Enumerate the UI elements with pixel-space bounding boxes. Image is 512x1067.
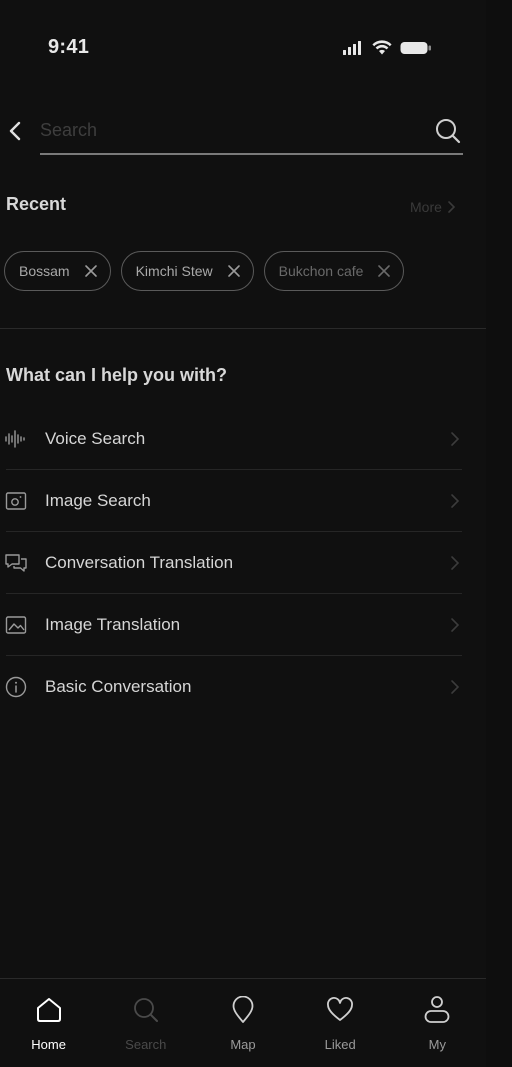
chip-label: Bossam	[19, 263, 70, 279]
chip-label: Kimchi Stew	[135, 263, 213, 279]
chevron-right-icon	[451, 617, 460, 632]
help-item-label: Voice Search	[45, 428, 146, 448]
home-icon	[34, 995, 64, 1025]
back-button[interactable]	[4, 118, 26, 144]
image-icon	[4, 613, 28, 637]
help-item-basic-conversation[interactable]: Basic Conversation	[4, 656, 462, 718]
more-label: More	[410, 199, 442, 215]
heart-icon	[325, 995, 355, 1025]
bottom-nav: Home Search Map Liked My	[0, 979, 486, 1067]
info-icon	[4, 675, 28, 699]
chevron-right-icon	[451, 431, 460, 446]
help-item-label: Conversation Translation	[45, 552, 234, 572]
background-strip	[486, 0, 512, 1067]
close-icon[interactable]	[84, 264, 98, 278]
help-title: What can I help you with?	[6, 365, 228, 385]
recent-chip[interactable]: Kimchi Stew	[120, 251, 254, 291]
search-input[interactable]	[40, 112, 420, 148]
chevron-left-icon	[9, 121, 21, 141]
search-icon[interactable]	[434, 117, 462, 145]
nav-label: My	[428, 1037, 447, 1052]
section-divider	[0, 328, 486, 329]
image-search-icon	[4, 489, 28, 513]
user-icon	[422, 995, 452, 1025]
help-item-label: Image Search	[45, 490, 151, 510]
map-pin-icon	[228, 995, 258, 1025]
status-icons	[342, 40, 432, 55]
battery-icon	[400, 41, 431, 54]
chevron-right-icon	[451, 680, 460, 694]
chevron-right-icon	[451, 555, 460, 570]
help-item-label: Basic Conversation	[45, 677, 192, 696]
nav-item-home[interactable]: Home	[0, 979, 97, 1067]
help-item-image-translation[interactable]: Image Translation	[4, 594, 462, 656]
nav-label: Home	[31, 1037, 66, 1052]
recent-chip[interactable]: Bossam	[4, 251, 111, 291]
close-icon[interactable]	[377, 264, 391, 278]
help-item-conversation-translation[interactable]: Conversation Translation	[4, 532, 462, 594]
nav-item-map[interactable]: Map	[194, 979, 291, 1067]
chip-label: Bukchon cafe	[278, 263, 364, 279]
close-icon[interactable]	[227, 264, 241, 278]
nav-item-my[interactable]: My	[389, 979, 486, 1067]
nav-item-search[interactable]: Search	[97, 979, 194, 1067]
chevron-right-icon	[448, 201, 455, 213]
help-item-label: Image Translation	[45, 614, 181, 634]
voice-wave-icon	[4, 427, 28, 451]
more-link[interactable]: More	[410, 199, 455, 215]
help-list: Voice Search Image Search Conversation T…	[0, 408, 462, 718]
nav-label: Liked	[324, 1037, 356, 1052]
nav-label: Map	[230, 1037, 256, 1052]
search-underline	[40, 153, 463, 155]
status-time: 9:41	[48, 36, 90, 58]
nav-item-liked[interactable]: Liked	[292, 979, 389, 1067]
search-icon	[131, 995, 161, 1025]
help-item-image-search[interactable]: Image Search	[4, 470, 462, 532]
nav-label: Search	[125, 1037, 167, 1052]
cellular-signal-icon	[343, 40, 361, 55]
wifi-icon	[372, 40, 392, 55]
chevron-right-icon	[451, 493, 460, 508]
recent-chip[interactable]: Bukchon cafe	[263, 251, 405, 291]
recent-chips: Bossam Kimchi Stew Bukchon cafe	[4, 251, 405, 291]
chat-bubbles-icon	[4, 551, 28, 575]
recent-title: Recent	[6, 194, 67, 214]
help-item-voice-search[interactable]: Voice Search	[4, 408, 462, 470]
app-screen: 9:41 Recent More	[0, 0, 486, 1067]
